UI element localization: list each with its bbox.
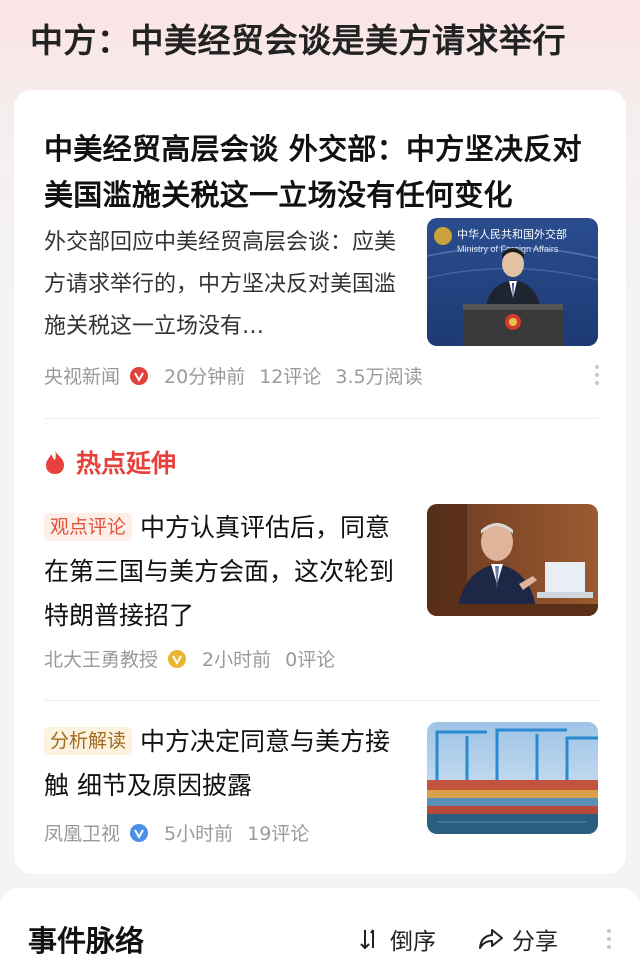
comment-count[interactable]: 19评论: [247, 819, 309, 846]
sort-button[interactable]: 倒序: [358, 922, 436, 956]
verified-gold-icon: [168, 649, 187, 668]
events-title: 事件脉络: [28, 924, 145, 958]
more-icon[interactable]: [594, 364, 600, 386]
tag-opinion: 观点评论: [44, 513, 133, 541]
share-label: 分享: [512, 929, 558, 955]
divider: [44, 418, 598, 419]
tag-analysis: 分析解读: [44, 727, 133, 755]
main-headline[interactable]: 中美经贸高层会谈 外交部：中方坚决反对美国滥施关税这一立场没有任何变化: [44, 126, 604, 218]
publish-time: 5小时前: [164, 823, 234, 845]
more-icon[interactable]: [606, 928, 612, 950]
related-meta-1: 北大王勇教授 2小时前 0评论: [44, 645, 349, 672]
related-meta-2: 凤凰卫视 5小时前 19评论: [44, 819, 323, 846]
main-meta: 央视新闻 20分钟前 12评论 3.5万阅读: [44, 362, 437, 389]
hot-extension-header: 热点延伸: [44, 444, 176, 480]
related-item-2[interactable]: 分析解读 中方决定同意与美方接触 细节及原因披露: [44, 720, 414, 808]
comment-count[interactable]: 0评论: [285, 645, 335, 672]
publish-time: 20分钟前: [164, 366, 246, 388]
share-button[interactable]: 分享: [478, 922, 558, 956]
hot-extension-title: 热点延伸: [76, 449, 177, 478]
verified-blue-icon: [130, 823, 149, 842]
sort-icon: [360, 929, 374, 950]
comment-count[interactable]: 12评论: [259, 362, 321, 389]
main-thumbnail[interactable]: 中华人民共和国外交部 Ministry of Foreign Affairs: [427, 218, 598, 346]
read-count: 3.5万阅读: [335, 366, 423, 388]
topic-title: 中方：中美经贸会谈是美方请求举行: [30, 21, 566, 60]
share-icon: [479, 929, 503, 949]
sort-label: 倒序: [390, 929, 436, 955]
flame-icon: [46, 450, 64, 474]
source-name[interactable]: 北大王勇教授: [44, 645, 158, 672]
thumb-banner-text: 中华人民共和国外交部: [457, 227, 567, 241]
event-timeline-card: 事件脉络 倒序 分享: [0, 888, 640, 977]
publish-time: 2小时前: [202, 649, 272, 671]
related-item-1[interactable]: 观点评论 中方认真评估后，同意在第三国与美方会面，这次轮到特朗普接招了: [44, 506, 414, 638]
source-name[interactable]: 央视新闻: [44, 362, 120, 389]
related-thumbnail-2[interactable]: [427, 722, 598, 834]
source-name[interactable]: 凤凰卫视: [44, 819, 120, 846]
news-card: 中美经贸高层会谈 外交部：中方坚决反对美国滥施关税这一立场没有任何变化 外交部回…: [14, 90, 626, 874]
divider: [44, 700, 598, 701]
main-summary[interactable]: 外交部回应中美经贸高层会谈：应美方请求举行的，中方坚决反对美国滥施关税这一立场没…: [44, 222, 404, 348]
related-thumbnail-1[interactable]: [427, 504, 598, 616]
verified-red-icon: [130, 366, 149, 385]
